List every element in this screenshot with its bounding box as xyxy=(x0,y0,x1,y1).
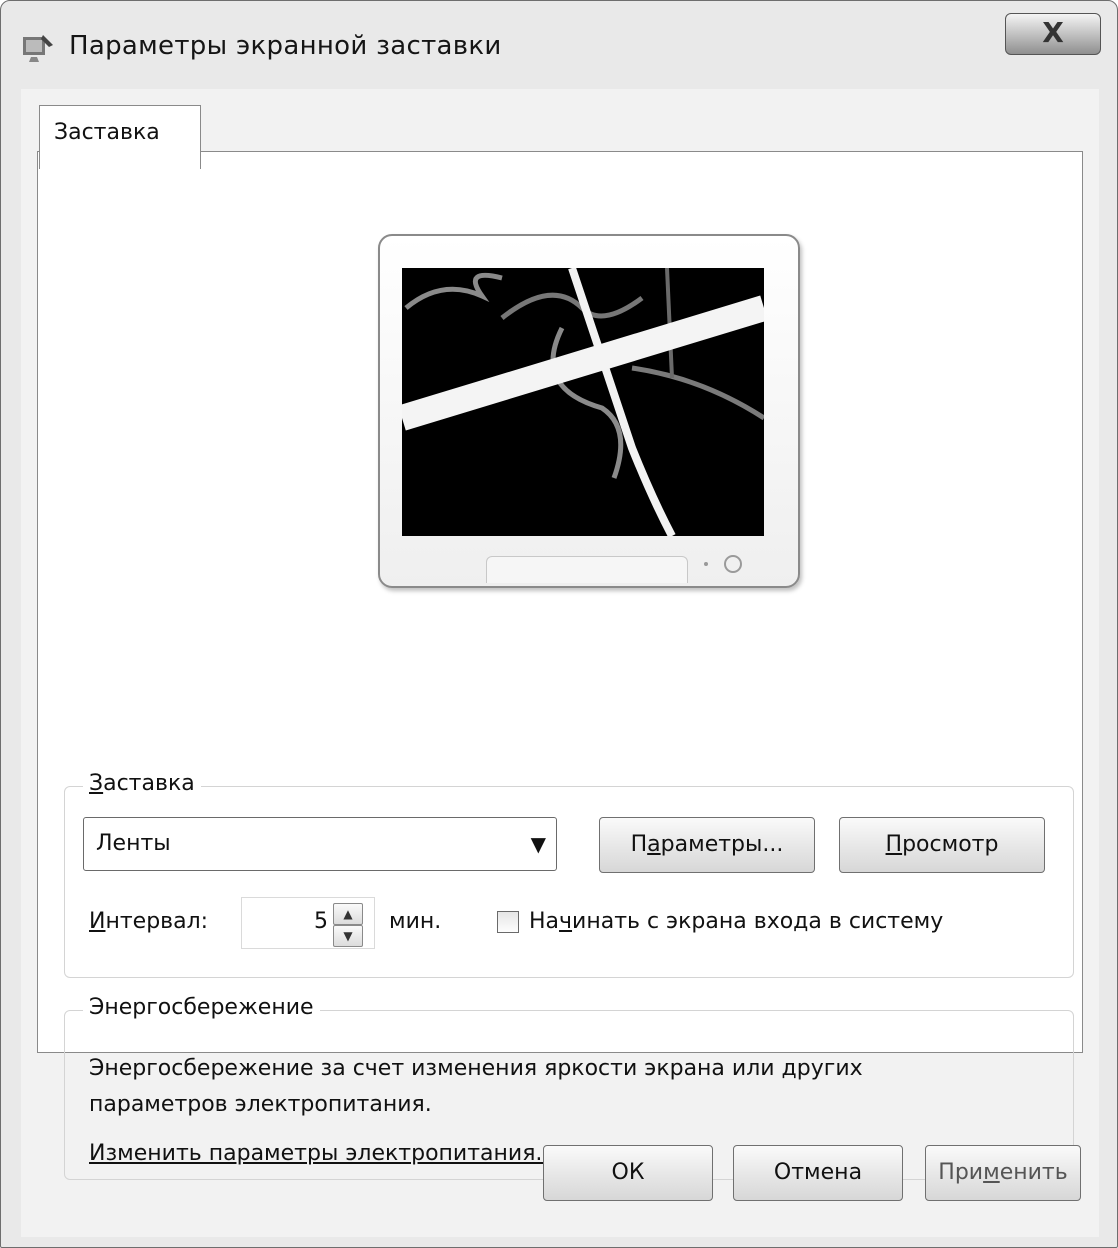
screensaver-group: Заставка Ленты ▼ Параметры... Просмотр И… xyxy=(64,771,1074,978)
preview-button[interactable]: Просмотр xyxy=(839,817,1045,873)
interval-unit: мин. xyxy=(389,909,442,934)
power-saving-group-label: Энергосбережение xyxy=(83,995,320,1020)
interval-value: 5 xyxy=(314,909,328,934)
dialog-client-area: Заставка Заставка Ленты ▼ Параметры... П… xyxy=(21,89,1099,1237)
monitor-power-button xyxy=(724,555,742,573)
monitor-base xyxy=(486,556,688,583)
interval-label: Интервал: xyxy=(89,909,209,934)
apply-button[interactable]: Применить xyxy=(925,1145,1081,1201)
cancel-button[interactable]: Отмена xyxy=(733,1145,903,1201)
monitor-preview xyxy=(378,234,800,588)
monitor-indicator-dot xyxy=(704,562,708,566)
logon-screen-checkbox[interactable] xyxy=(497,911,519,933)
ok-button[interactable]: ОК xyxy=(543,1145,713,1201)
screensaver-settings-button[interactable]: Параметры... xyxy=(599,817,815,873)
tab-panel: Заставка Ленты ▼ Параметры... Просмотр И… xyxy=(37,151,1083,1180)
interval-increase-button[interactable]: ▲ xyxy=(333,903,363,925)
close-icon: X xyxy=(1042,16,1064,49)
change-power-settings-link[interactable]: Изменить параметры электропитания... xyxy=(89,1141,556,1166)
dialog-window: Параметры экранной заставки X Заставка З… xyxy=(0,0,1118,1248)
close-button[interactable]: X xyxy=(1005,13,1101,55)
window-title: Параметры экранной заставки xyxy=(69,31,502,61)
interval-decrease-button[interactable]: ▼ xyxy=(333,925,363,947)
screensaver-select[interactable]: Ленты ▼ xyxy=(83,817,557,871)
screensaver-select-value: Ленты xyxy=(96,831,171,856)
power-saving-description: Энергосбережение за счет изменения яркос… xyxy=(89,1056,863,1117)
screensaver-preview-screen xyxy=(402,268,764,536)
tab-screensaver[interactable]: Заставка xyxy=(39,105,201,169)
screensaver-group-label: Заставка xyxy=(83,771,201,796)
logon-screen-checkbox-label[interactable]: Начинать с экрана входа в систему xyxy=(529,909,943,934)
tab-screensaver-label: Заставка xyxy=(54,120,160,145)
dropdown-arrow-icon: ▼ xyxy=(530,832,546,856)
title-bar[interactable]: Параметры экранной заставки X xyxy=(1,1,1117,93)
screensaver-settings-icon xyxy=(23,35,53,62)
